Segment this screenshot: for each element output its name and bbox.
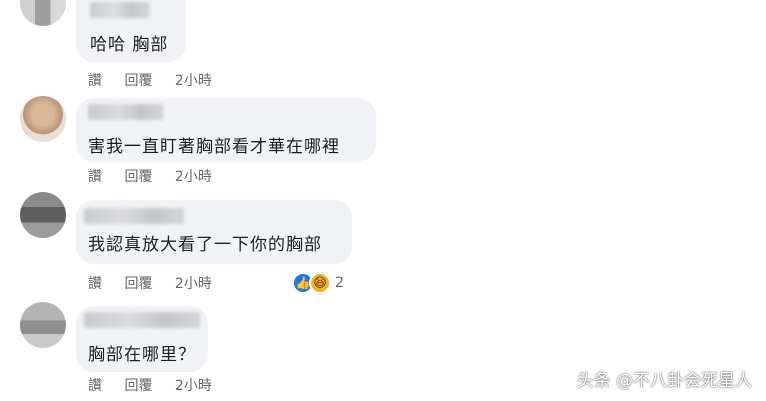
blurred-author-name[interactable] bbox=[90, 2, 150, 18]
avatar[interactable] bbox=[20, 0, 66, 26]
timestamp[interactable]: 2小時 bbox=[175, 276, 212, 292]
reply-button[interactable]: 回覆 bbox=[124, 276, 152, 292]
reply-button[interactable]: 回覆 bbox=[124, 378, 152, 394]
reaction-count: 2 bbox=[335, 275, 344, 291]
comment-text: 哈哈 胸部 bbox=[90, 35, 169, 55]
reply-button[interactable]: 回覆 bbox=[124, 73, 152, 89]
comment-text: 我認真放大看了一下你的胸部 bbox=[88, 235, 322, 255]
like-button[interactable]: 讚 bbox=[88, 276, 102, 292]
blurred-author-name[interactable] bbox=[84, 208, 184, 224]
reply-button[interactable]: 回覆 bbox=[124, 169, 152, 185]
blurred-author-name[interactable] bbox=[88, 104, 164, 120]
comment-actions: 讚 回覆 2小時 bbox=[88, 273, 212, 293]
comment-text: 胸部在哪里？ bbox=[88, 345, 196, 365]
reaction-summary[interactable]: 👍 😆 2 bbox=[292, 272, 344, 294]
avatar[interactable] bbox=[20, 96, 66, 142]
like-button[interactable]: 讚 bbox=[88, 73, 102, 89]
comment-actions: 讚 回覆 2小時 bbox=[88, 375, 212, 395]
comment-bubble: 我認真放大看了一下你的胸部 bbox=[76, 200, 352, 264]
haha-icon: 😆 bbox=[309, 272, 331, 294]
comment-actions: 讚 回覆 2小時 bbox=[88, 70, 212, 90]
like-button[interactable]: 讚 bbox=[88, 169, 102, 185]
comment-bubble: 哈哈 胸部 bbox=[76, 0, 186, 62]
like-button[interactable]: 讚 bbox=[88, 378, 102, 394]
comment-text: 害我一直盯著胸部看才華在哪裡 bbox=[88, 137, 340, 157]
comment-bubble: 胸部在哪里？ bbox=[76, 306, 208, 372]
timestamp[interactable]: 2小時 bbox=[175, 73, 212, 89]
blurred-author-name[interactable] bbox=[84, 312, 200, 328]
timestamp[interactable]: 2小時 bbox=[175, 169, 212, 185]
avatar[interactable] bbox=[20, 192, 66, 238]
comment-bubble: 害我一直盯著胸部看才華在哪裡 bbox=[76, 98, 376, 162]
watermark: 头条 @不八卦会死星人 bbox=[576, 371, 752, 391]
comment-actions: 讚 回覆 2小時 bbox=[88, 166, 212, 186]
avatar[interactable] bbox=[20, 302, 66, 348]
timestamp[interactable]: 2小時 bbox=[175, 378, 212, 394]
